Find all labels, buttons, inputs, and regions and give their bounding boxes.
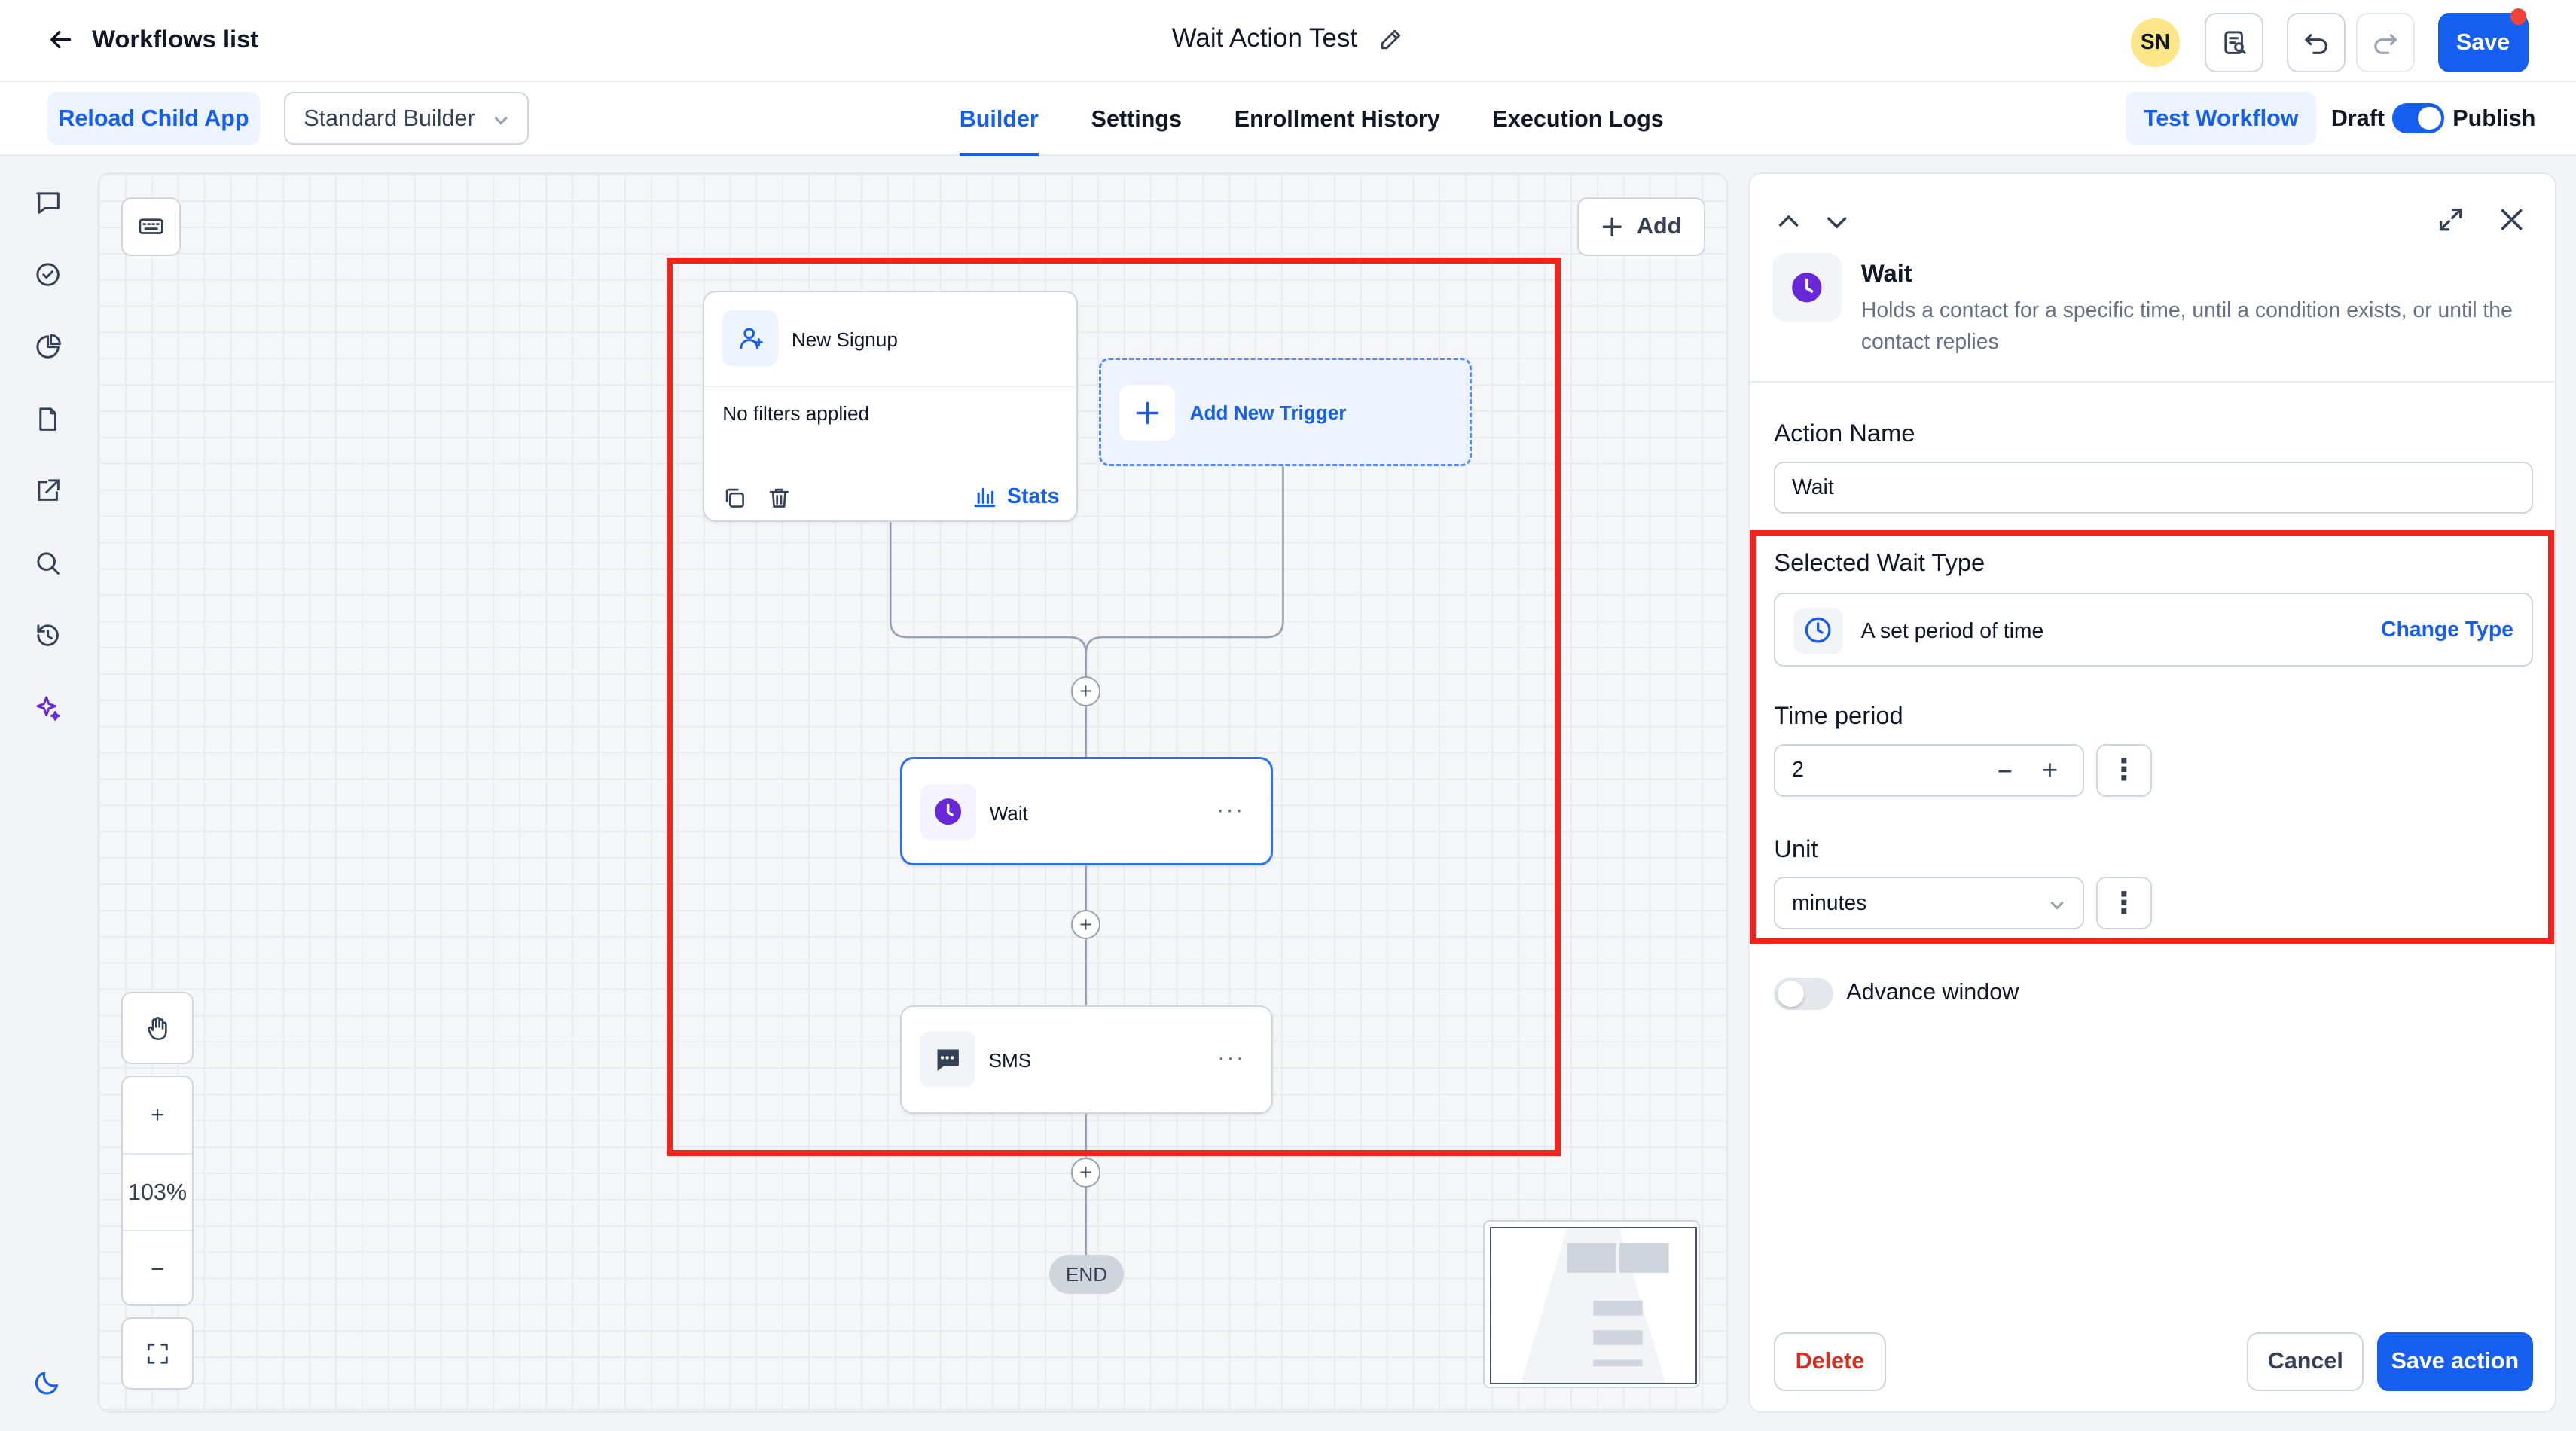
tab-execution-logs[interactable]: Execution Logs — [1470, 82, 1686, 156]
redo-button[interactable] — [2355, 13, 2416, 72]
sidebar-item-documents[interactable] — [29, 401, 66, 437]
sidebar-item-chat[interactable] — [29, 184, 66, 220]
sparkle-icon — [36, 696, 60, 722]
save-action-button[interactable]: Save action — [2376, 1332, 2533, 1392]
hand-icon — [147, 1016, 167, 1040]
action-icon-box — [1772, 252, 1842, 322]
minimap-viewport — [1489, 1226, 1697, 1385]
pan-hand-button[interactable] — [121, 992, 194, 1065]
publish-label: Publish — [2452, 105, 2536, 131]
zoom-in-button[interactable]: + — [123, 1077, 192, 1152]
highlight-box-canvas — [667, 258, 1561, 1157]
search-icon — [37, 552, 60, 575]
publish-toggle[interactable] — [2391, 103, 2445, 133]
cancel-button[interactable]: Cancel — [2247, 1332, 2364, 1392]
highlight-box-panel — [1749, 530, 2555, 944]
action-name-input[interactable]: Wait — [1774, 461, 2533, 514]
document-icon — [38, 407, 56, 431]
chevron-up-icon[interactable] — [1774, 207, 1803, 236]
builder-type-select[interactable]: Standard Builder — [284, 92, 530, 145]
builder-type-value: Standard Builder — [304, 105, 475, 131]
zoom-out-button[interactable]: − — [123, 1231, 192, 1307]
add-label: Add — [1636, 213, 1682, 240]
zoom-group: + 103% − — [121, 1076, 194, 1307]
notes-button[interactable] — [2204, 13, 2264, 72]
reload-child-app-button[interactable]: Reload Child App — [47, 92, 260, 145]
tab-enrollment-history[interactable]: Enrollment History — [1211, 82, 1463, 156]
tab-builder[interactable]: Builder — [936, 82, 1061, 157]
panel-divider — [1749, 380, 2555, 383]
workflow-title-text: Wait Action Test — [1171, 23, 1357, 53]
fit-view-button[interactable] — [121, 1317, 194, 1390]
minimap-preview — [1521, 1228, 1669, 1383]
external-link-icon — [37, 479, 60, 502]
add-button[interactable]: Add — [1576, 197, 1705, 257]
action-name-label: Action Name — [1774, 418, 1915, 447]
undo-button[interactable] — [2286, 13, 2346, 72]
keyboard-icon — [139, 218, 163, 234]
zoom-level: 103% — [127, 1179, 188, 1205]
test-workflow-button[interactable]: Test Workflow — [2126, 92, 2317, 145]
main-tabs: Builder Settings Enrollment History Exec… — [936, 82, 1693, 157]
tab-settings[interactable]: Settings — [1068, 82, 1204, 156]
sidebar-item-search[interactable] — [29, 545, 66, 581]
toolbar: Reload Child App Standard Builder Builde… — [0, 82, 2576, 157]
minimap[interactable] — [1483, 1220, 1701, 1388]
draft-label: Draft — [2330, 105, 2385, 131]
action-config-panel: Wait Holds a contact for a specific time… — [1747, 172, 2556, 1413]
left-sidebar — [0, 156, 97, 1430]
advance-window-label: Advance window — [1846, 978, 2019, 1005]
advance-window-toggle[interactable] — [1774, 977, 1833, 1011]
action-description: Holds a contact for a specific time, unt… — [1860, 298, 2513, 354]
top-header: Workflows list Wait Action Test SN Save — [0, 0, 2576, 83]
undo-icon — [2304, 34, 2327, 54]
user-avatar[interactable]: SN — [2130, 17, 2181, 68]
chevron-down-icon[interactable] — [1822, 207, 1851, 236]
moon-icon — [35, 1371, 58, 1395]
end-marker: END — [1049, 1255, 1124, 1295]
history-icon — [37, 624, 59, 647]
edit-pencil-icon[interactable] — [1378, 26, 1404, 53]
pie-chart-icon — [36, 333, 61, 359]
action-title: Wait — [1860, 259, 1912, 288]
insert-step-button[interactable]: + — [1070, 1158, 1101, 1188]
clock-icon — [1792, 272, 1822, 303]
chevron-down-icon — [494, 116, 508, 125]
keyboard-shortcuts-button[interactable] — [121, 197, 181, 257]
sidebar-item-history[interactable] — [29, 618, 66, 654]
redo-icon — [2374, 34, 2397, 54]
expand-icon — [147, 1343, 168, 1364]
sidebar-item-external[interactable] — [29, 473, 66, 509]
maximize-icon[interactable] — [2436, 205, 2465, 234]
close-icon[interactable] — [2497, 205, 2526, 234]
chat-icon — [36, 191, 60, 214]
workflow-title[interactable]: Wait Action Test — [0, 23, 2576, 53]
sidebar-item-tasks[interactable] — [29, 256, 66, 292]
app-root: Workflows list Wait Action Test SN Save … — [0, 0, 2576, 1431]
sidebar-item-ai[interactable] — [29, 690, 66, 726]
delete-button[interactable]: Delete — [1774, 1332, 1886, 1392]
plus-icon — [1602, 217, 1622, 236]
sidebar-item-reports[interactable] — [29, 328, 66, 365]
theme-toggle[interactable] — [29, 1363, 66, 1399]
clipboard-search-icon — [2223, 31, 2246, 54]
workflow-canvas[interactable]: Add New Signup No filters applied Stats — [96, 172, 1729, 1413]
unsaved-indicator-dot — [2510, 8, 2527, 25]
check-circle-icon — [36, 262, 60, 286]
